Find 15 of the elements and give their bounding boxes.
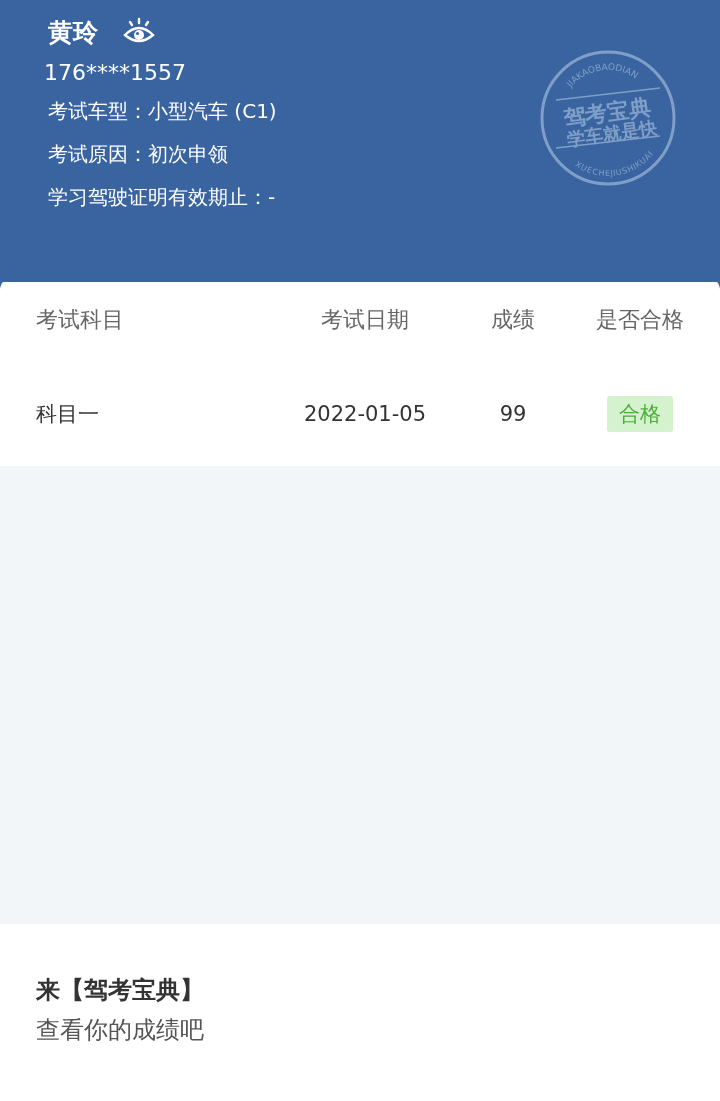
result-badge: 合格	[607, 396, 673, 432]
info-line: 学习驾驶证明有效期止：-	[48, 184, 276, 211]
info-line: 考试车型：小型汽车 (C1)	[48, 98, 277, 125]
table-cell-text: 99	[498, 402, 528, 426]
column-header: 考试日期	[320, 306, 410, 334]
user-name: 黄玲	[48, 16, 98, 49]
footer-subtitle: 查看你的成绩吧	[36, 1015, 205, 1046]
column-header: 考试科目	[36, 306, 125, 334]
info-line: 考试原因：初次申领	[48, 141, 228, 168]
phone-number: 176****1557	[44, 59, 186, 87]
table-cell-text: 2022-01-05	[302, 402, 427, 426]
table-cell-text: 科目一	[36, 401, 100, 428]
column-header: 成绩	[490, 306, 536, 334]
footer-title: 来【驾考宝典】	[36, 975, 205, 1006]
column-header: 是否合格	[595, 306, 685, 334]
